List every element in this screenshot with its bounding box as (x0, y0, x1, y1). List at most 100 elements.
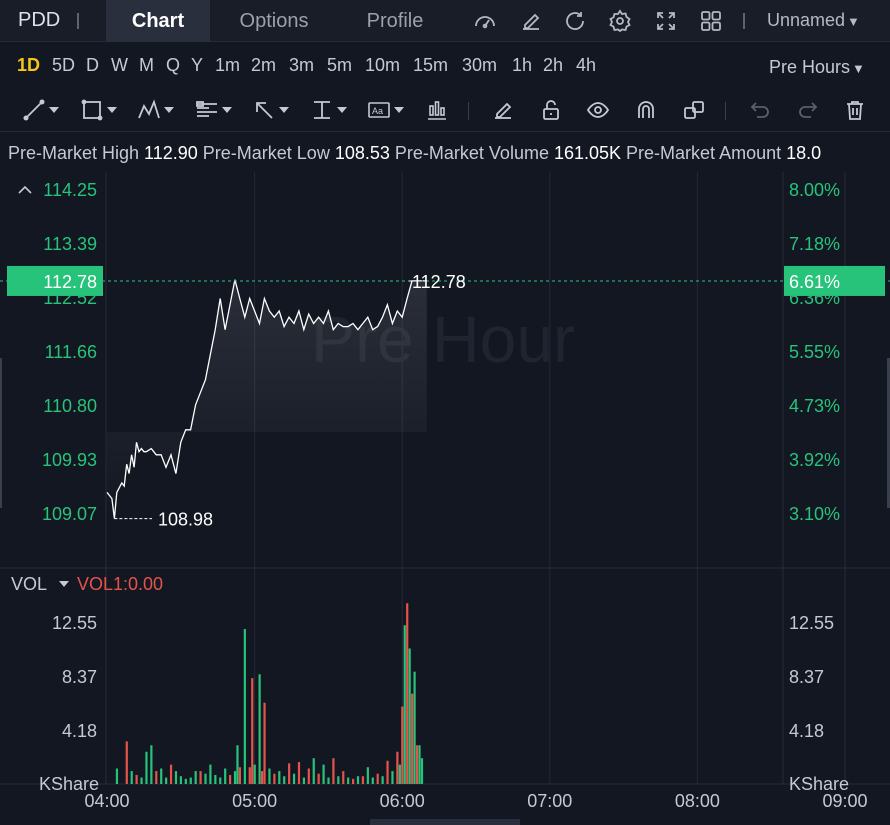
volume-bar (155, 771, 158, 784)
timeframe-10m[interactable]: 10m (365, 55, 400, 76)
volume-bar (278, 771, 281, 784)
price-tick-label: 110.80 (43, 396, 97, 416)
volume-bar (408, 648, 411, 784)
timeframe-5m[interactable]: 5m (327, 55, 352, 76)
layout-name-dropdown[interactable]: Unnamed ▼ (767, 10, 860, 31)
volume-bar (130, 771, 133, 784)
tab-profile[interactable]: Profile (346, 0, 444, 42)
undo-button[interactable] (748, 98, 772, 122)
timeframe-2m[interactable]: 2m (251, 55, 276, 76)
scroll-handle[interactable] (370, 819, 520, 825)
indicator-gauge-icon[interactable] (473, 9, 497, 33)
volume-bar (327, 777, 330, 784)
measure-tool[interactable] (310, 98, 347, 122)
price-tick-label: 109.07 (42, 504, 97, 524)
volume-bar (396, 751, 399, 784)
caret-down-icon: ▼ (847, 14, 860, 29)
percent-tick-label: 7.18% (789, 234, 840, 254)
volume-bar (352, 778, 355, 784)
timeframe-1m[interactable]: 1m (215, 55, 240, 76)
pattern-tool[interactable] (137, 98, 174, 122)
volume-bar (125, 741, 128, 784)
candles-tool[interactable] (425, 98, 449, 122)
magnet-toggle[interactable] (634, 98, 658, 122)
stat-value: 161.05K (553, 143, 622, 163)
volume-bar (145, 751, 148, 784)
timeframe-2h[interactable]: 2h (543, 55, 563, 76)
timeframe-y[interactable]: Y (191, 55, 203, 76)
volume-tick-label: 4.18 (62, 721, 97, 741)
timeframe-5d[interactable]: 5D (52, 55, 75, 76)
refresh-icon[interactable] (563, 9, 587, 33)
volume-bar (381, 776, 384, 784)
grid-layout-icon[interactable] (699, 9, 723, 33)
volume-bar (403, 625, 406, 784)
timeframe-1d[interactable]: 1D (17, 55, 40, 76)
separator (468, 102, 469, 120)
volume-bar (317, 773, 320, 784)
pre-market-stats: Pre-Market High 112.90 Pre-Market Low 10… (8, 143, 890, 164)
tab-chart[interactable]: Chart (106, 0, 210, 42)
volume-bar (356, 776, 360, 784)
separator (77, 13, 79, 29)
tab-options[interactable]: Options (218, 0, 330, 42)
volume-bar (366, 767, 369, 784)
volume-bar (342, 771, 345, 784)
volume-bar (165, 777, 168, 784)
timeframe-1h[interactable]: 1h (512, 55, 532, 76)
session-dropdown[interactable]: Pre Hours ▼ (769, 57, 865, 78)
time-tick-label: 08:00 (675, 791, 720, 811)
visibility-toggle[interactable] (586, 98, 610, 122)
stat-value: 112.90 (144, 143, 198, 163)
pencil-tool[interactable] (491, 98, 515, 122)
volume-bar (406, 603, 409, 784)
time-tick-label: 09:00 (822, 791, 867, 811)
volume-bar (307, 768, 310, 784)
timeframe-w[interactable]: W (111, 55, 128, 76)
volume-bar (189, 777, 192, 784)
timeframe-m[interactable]: M (139, 55, 154, 76)
timeframe-4h[interactable]: 4h (576, 55, 596, 76)
symbol-label[interactable]: PDD (18, 9, 60, 32)
arrow-tool[interactable] (252, 98, 289, 122)
volume-bar (312, 758, 315, 784)
svg-text:Aa: Aa (372, 106, 383, 116)
volume-bar (194, 771, 197, 784)
redo-button[interactable] (796, 98, 820, 122)
volume-bar (236, 745, 239, 784)
clone-icon (684, 101, 704, 119)
price-chart[interactable]: 04:00 05:00 06:00 07:00 08:00 09:00Pre Hour11… (0, 172, 890, 825)
volume-bar (253, 764, 256, 784)
current-price-tag-text: 112.78 (43, 272, 97, 292)
trendline-tool[interactable] (22, 98, 59, 122)
pattern-icon (138, 99, 160, 119)
volume-bar (413, 671, 416, 784)
fullscreen-icon[interactable] (654, 9, 678, 33)
redo-icon (799, 102, 818, 118)
volume-label: VOL (11, 574, 47, 594)
fib-tool[interactable] (195, 98, 232, 122)
stat-value: 108.53 (334, 143, 390, 163)
volume-bar (214, 774, 217, 784)
timeframe-30m[interactable]: 30m (462, 55, 497, 76)
volume-tick-label: 4.18 (789, 721, 824, 741)
volume-bar (169, 764, 173, 784)
clone-tool[interactable] (682, 98, 706, 122)
undo-icon (750, 102, 769, 118)
delete-drawings-button[interactable] (843, 98, 867, 122)
rectangle-tool[interactable] (80, 98, 117, 122)
volume-bar (135, 774, 138, 784)
volume-bar (391, 771, 394, 784)
timeframe-15m[interactable]: 15m (413, 55, 448, 76)
text-tool[interactable]: Aa (367, 98, 404, 122)
settings-gear-icon[interactable] (608, 9, 632, 33)
volume-bar (292, 773, 296, 784)
volume-bar (337, 776, 340, 784)
timeframe-3m[interactable]: 3m (289, 55, 314, 76)
edit-icon[interactable] (519, 9, 543, 33)
timeframe-q[interactable]: Q (166, 55, 180, 76)
lock-toggle[interactable] (539, 98, 563, 122)
volume-bar (376, 773, 379, 784)
volume-bar (209, 764, 212, 784)
timeframe-d[interactable]: D (86, 55, 99, 76)
